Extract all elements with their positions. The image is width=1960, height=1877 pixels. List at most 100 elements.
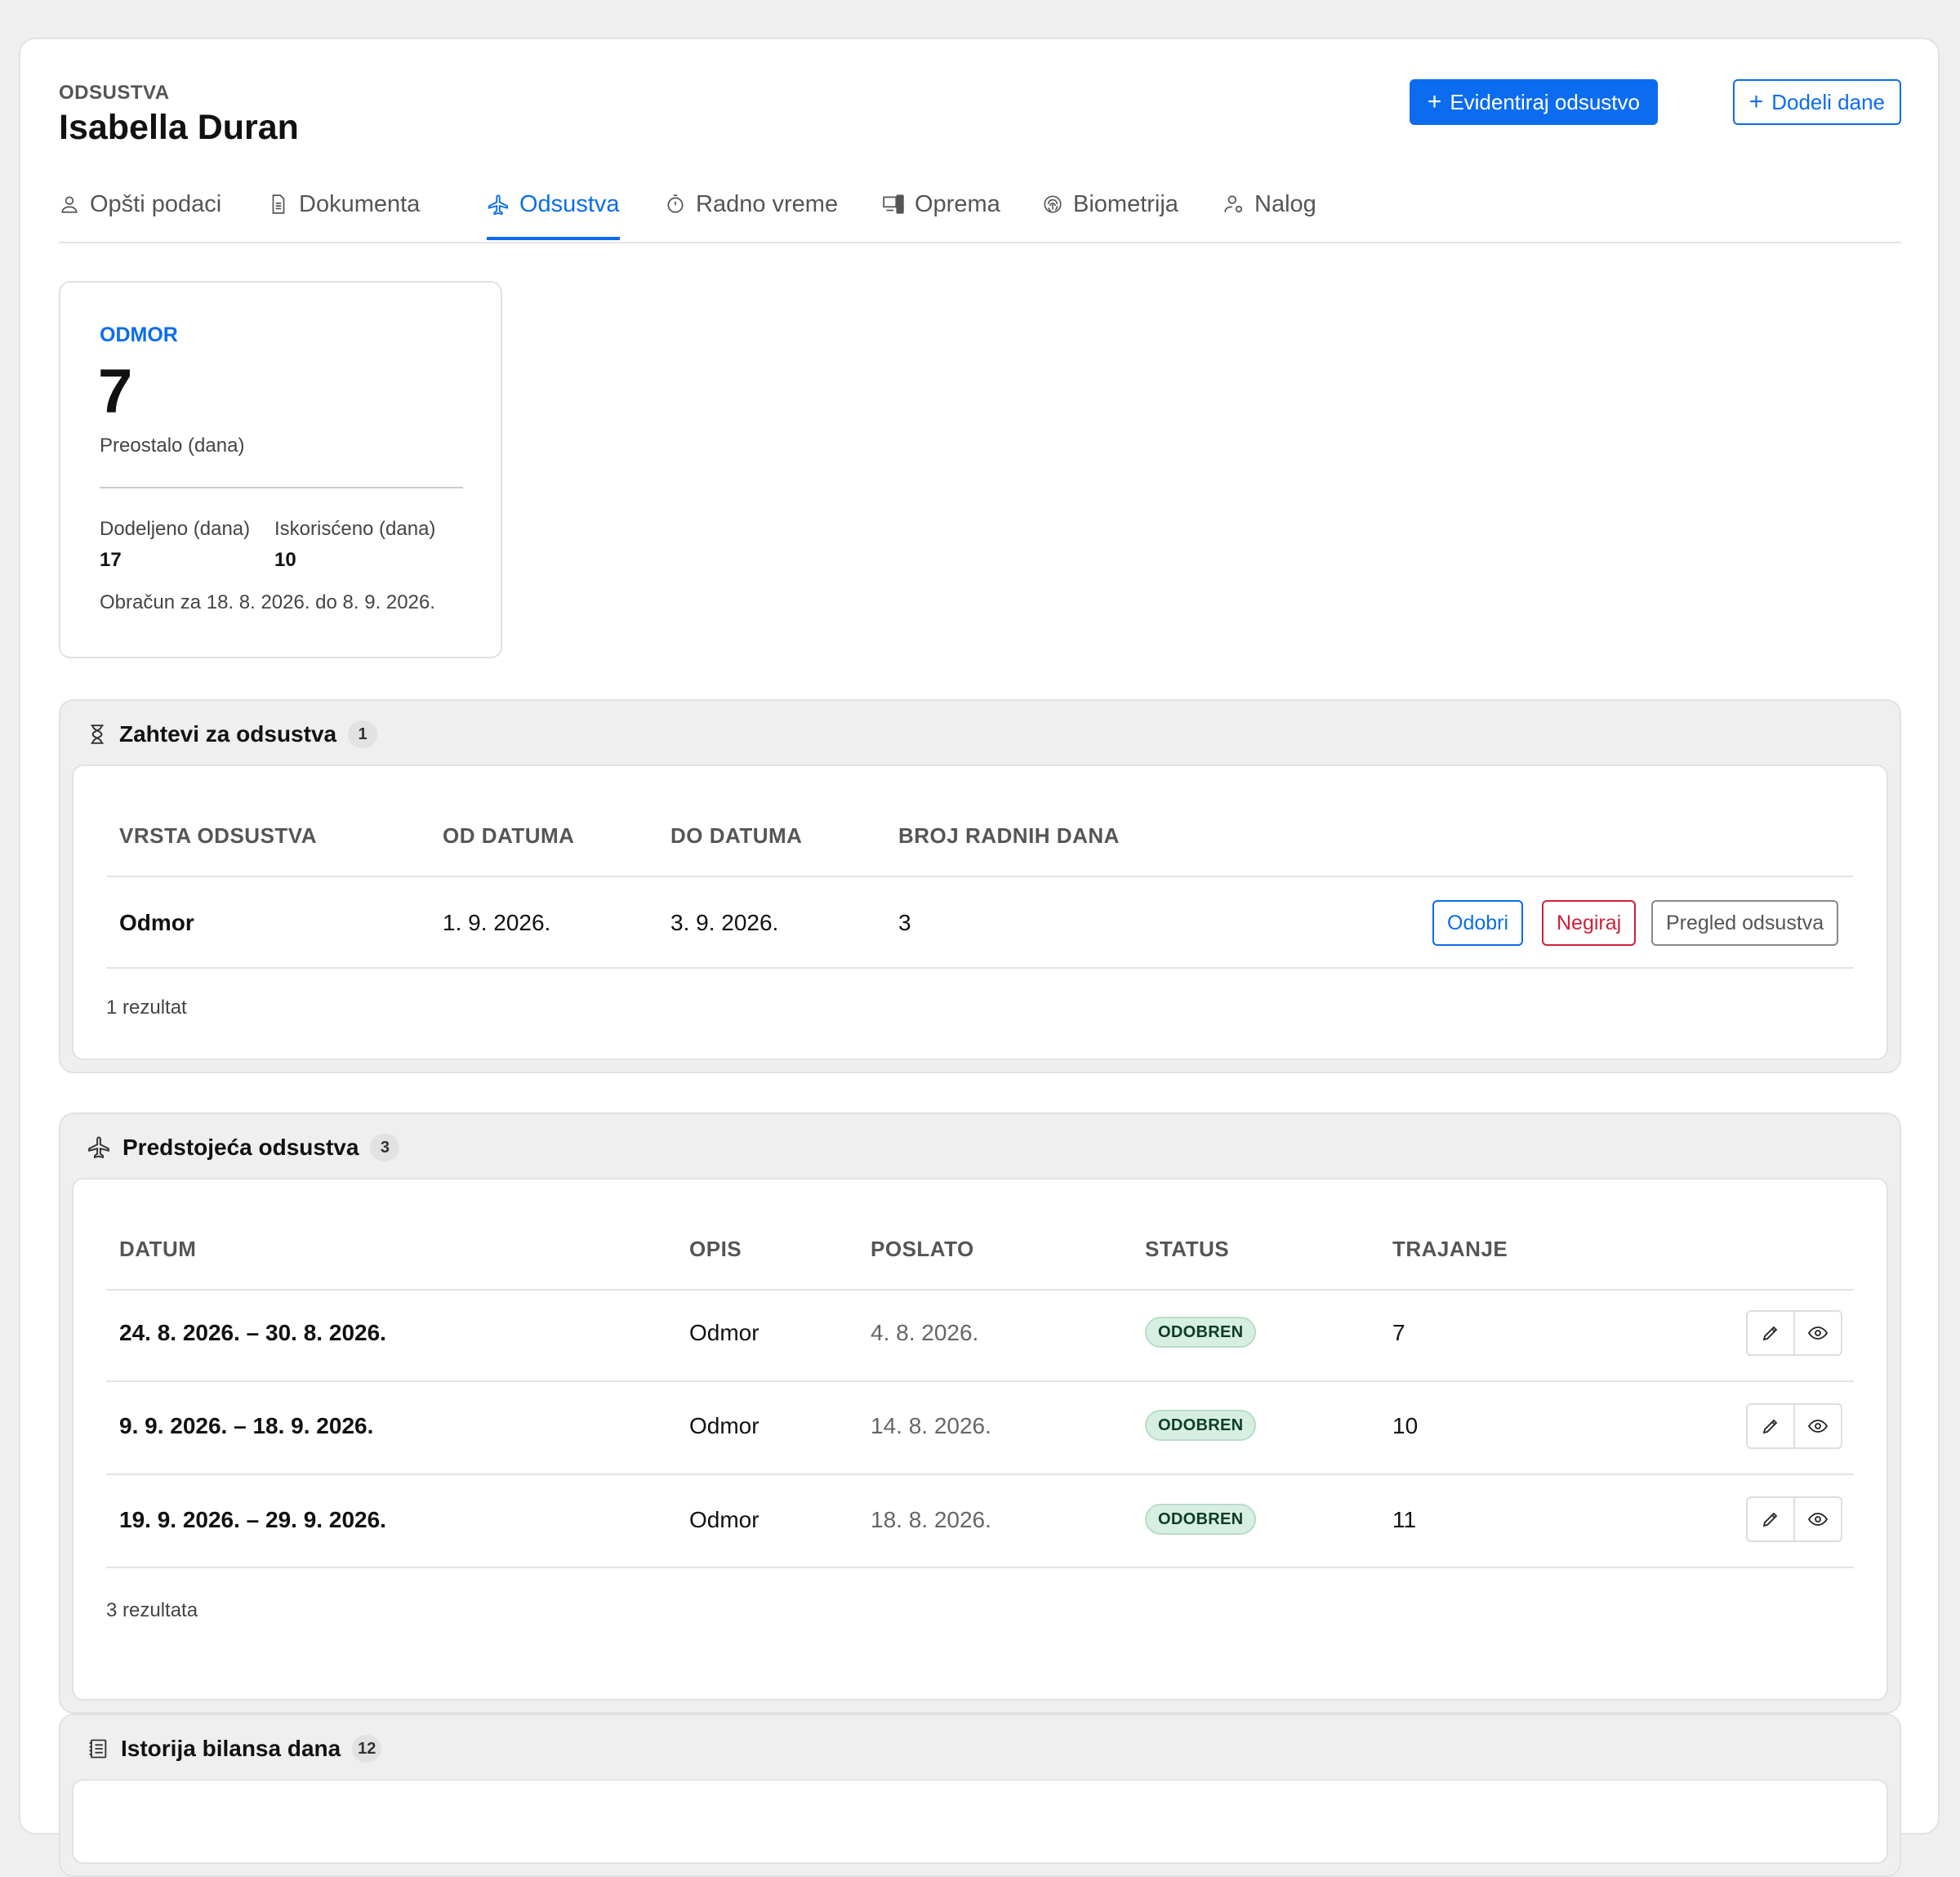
- pencil-icon: [1762, 1326, 1778, 1341]
- absence-date-range: 24. 8. 2026. – 30. 8. 2026.: [119, 1320, 386, 1345]
- header-divider: [106, 1289, 1854, 1291]
- deny-button[interactable]: Negiraj: [1542, 900, 1637, 946]
- page-eyebrow: ODSUSTVA: [59, 82, 170, 104]
- row-actions: [1746, 1403, 1842, 1449]
- tab-label: Dokumenta: [299, 191, 421, 217]
- pencil-icon: [1762, 1512, 1778, 1527]
- used-days-value: 10: [274, 549, 296, 571]
- tab-biometrics[interactable]: Biometrija: [1042, 191, 1178, 240]
- row-actions: [1746, 1496, 1842, 1542]
- header-divider: [106, 876, 1854, 877]
- absence-duration: 10: [1392, 1413, 1419, 1438]
- count-badge: 12: [352, 1735, 382, 1763]
- eye-icon: [1807, 1326, 1829, 1340]
- row-actions: [1746, 1310, 1842, 1356]
- absence-duration: 11: [1392, 1507, 1417, 1532]
- eye-icon: [1807, 1420, 1829, 1433]
- balance-history-section: Istorija bilansa dana 12: [59, 1714, 1901, 1877]
- plus-icon: +: [1748, 88, 1764, 115]
- tab-equipment[interactable]: Oprema: [882, 191, 1000, 240]
- section-header: Istorija bilansa dana 12: [87, 1735, 382, 1763]
- row-divider: [106, 1474, 1854, 1475]
- view-button[interactable]: [1793, 1498, 1841, 1540]
- results-count: 3 rezultata: [106, 1599, 198, 1621]
- eye-icon: [1807, 1513, 1829, 1526]
- tab-label: Nalog: [1254, 191, 1316, 217]
- section-title: Predstojeća odsustva: [122, 1135, 359, 1160]
- request-to: 3. 9. 2026.: [670, 910, 779, 935]
- status-badge: ODOBREN: [1145, 1410, 1257, 1441]
- assigned-days-value: 17: [100, 549, 122, 571]
- column-header: OD DATUMA: [443, 823, 575, 848]
- edit-button[interactable]: [1748, 1312, 1793, 1354]
- view-button[interactable]: [1793, 1312, 1841, 1354]
- column-header: POSLATO: [871, 1237, 974, 1261]
- airplane-icon: [488, 194, 509, 216]
- section-header: Zahtevi za odsustva 1: [87, 720, 378, 748]
- upcoming-table: DATUM OPIS POSLATO STATUS TRAJANJE 24. 8…: [72, 1178, 1888, 1701]
- tab-account[interactable]: Nalog: [1223, 191, 1316, 240]
- count-badge: 3: [370, 1134, 400, 1161]
- upcoming-absences-section: Predstojeća odsustva 3 DATUM OPIS POSLAT…: [59, 1112, 1901, 1714]
- tab-label: Odsustva: [519, 191, 620, 217]
- assigned-days-label: Dodeljeno (dana): [100, 518, 251, 540]
- section-title: Istorija bilansa dana: [121, 1736, 341, 1761]
- column-header: OPIS: [689, 1237, 742, 1261]
- section-title: Zahtevi za odsustva: [119, 721, 337, 747]
- vacation-balance-card: ODMOR 7 Preostalo (dana) Dodeljeno (dana…: [59, 281, 502, 658]
- user-settings-icon: [1224, 195, 1243, 213]
- section-header: Predstojeća odsustva 3: [87, 1134, 400, 1161]
- absence-duration: 7: [1392, 1320, 1405, 1345]
- absence-date-range: 9. 9. 2026. – 18. 9. 2026.: [119, 1413, 374, 1438]
- airplane-icon: [88, 1136, 109, 1159]
- remaining-days-label: Preostalo (dana): [100, 435, 245, 457]
- request-type: Odmor: [119, 910, 194, 935]
- column-header: TRAJANJE: [1392, 1237, 1508, 1261]
- hourglass-icon: [91, 724, 104, 744]
- row-divider: [106, 1567, 1854, 1568]
- user-icon: [61, 196, 78, 213]
- absence-sent-date: 4. 8. 2026.: [871, 1320, 979, 1345]
- column-header: DO DATUMA: [670, 823, 803, 848]
- assign-days-button[interactable]: + Dodeli dane: [1732, 79, 1901, 125]
- divider: [100, 487, 463, 488]
- ledger-icon: [89, 1739, 107, 1759]
- column-header: BROJ RADNIH DANA: [898, 823, 1120, 848]
- history-table: [72, 1779, 1888, 1864]
- tab-label: Radno vreme: [696, 191, 839, 217]
- tab-bar: Opšti podaci Dokumenta Odsustva Radno vr…: [59, 191, 1901, 243]
- record-absence-button[interactable]: + Evidentiraj odsustvo: [1409, 79, 1658, 125]
- plus-icon: +: [1427, 88, 1442, 115]
- view-button[interactable]: [1793, 1405, 1841, 1447]
- tab-label: Biometrija: [1073, 191, 1178, 217]
- status-badge: ODOBREN: [1145, 1317, 1257, 1348]
- employee-name: Isabella Duran: [59, 108, 299, 147]
- tab-working-hours[interactable]: Radno vreme: [665, 191, 838, 240]
- status-badge: ODOBREN: [1145, 1504, 1257, 1535]
- absence-description: Odmor: [689, 1507, 760, 1532]
- count-badge: 1: [348, 720, 378, 748]
- column-header: DATUM: [119, 1237, 197, 1261]
- row-divider: [106, 967, 1854, 969]
- absence-date-range: 19. 9. 2026. – 29. 9. 2026.: [119, 1507, 386, 1532]
- absence-sent-date: 18. 8. 2026.: [871, 1507, 991, 1532]
- tab-documents[interactable]: Dokumenta: [268, 191, 420, 240]
- request-from: 1. 9. 2026.: [443, 910, 551, 935]
- balance-period: Obračun za 18. 8. 2026. do 8. 9. 2026.: [100, 591, 435, 613]
- page-card: ODSUSTVA Isabella Duran + Evidentiraj od…: [19, 38, 1940, 1877]
- column-header: STATUS: [1145, 1237, 1230, 1261]
- tab-absences[interactable]: Odsustva: [487, 191, 620, 240]
- view-absence-button[interactable]: Pregled odsustva: [1651, 900, 1839, 946]
- absence-requests-section: Zahtevi za odsustva 1 VRSTA ODSUSTVA OD …: [59, 699, 1901, 1073]
- approve-button[interactable]: Odobri: [1432, 900, 1524, 946]
- requests-table: VRSTA ODSUSTVA OD DATUMA DO DATUMA BROJ …: [72, 765, 1888, 1060]
- tab-label: Opšti podaci: [90, 191, 222, 217]
- stopwatch-icon: [667, 194, 684, 213]
- row-divider: [106, 1380, 1854, 1382]
- record-absence-label: Evidentiraj odsustvo: [1450, 89, 1640, 114]
- request-days: 3: [898, 910, 911, 935]
- edit-button[interactable]: [1748, 1498, 1793, 1540]
- absence-description: Odmor: [689, 1320, 760, 1345]
- edit-button[interactable]: [1748, 1405, 1793, 1447]
- tab-general[interactable]: Opšti podaci: [59, 191, 221, 240]
